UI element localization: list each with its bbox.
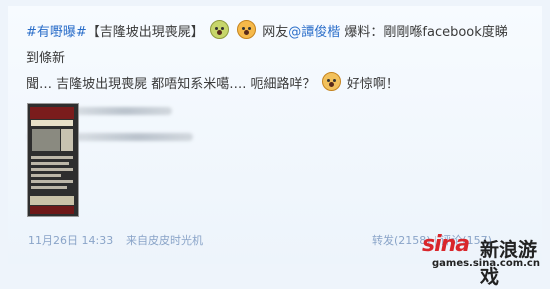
post-source-link[interactable]: 来自皮皮时光机: [126, 232, 203, 248]
sick-face-icon: [209, 20, 229, 39]
logo-url: games.sina.com.cn: [432, 258, 540, 269]
post-image-thumbnail[interactable]: [27, 103, 79, 217]
post-headline: 【吉隆坡出現喪屍】: [86, 25, 204, 40]
shocked-face-icon: [237, 20, 257, 39]
logo-brand: sina: [422, 232, 470, 257]
post-text: #有嘢曝#【吉隆坡出現喪屍】 网友@譚俊楷 爆料：剛剛喺facebook度睇到條…: [26, 20, 516, 150]
post-timestamp-link[interactable]: 11月26日 14:33: [28, 232, 113, 248]
topic-tag-link[interactable]: #有嘢曝#: [26, 25, 87, 40]
shocked-face-icon: [321, 72, 341, 91]
sina-games-logo: sina 新浪游戏 games.sina.com.cn: [422, 232, 548, 288]
post-body-end: 好惊啊！: [346, 77, 399, 92]
user-mention-link[interactable]: @譚俊楷: [288, 25, 340, 40]
user-prefix: 网友: [262, 25, 289, 40]
post-body-line2: 聞… 吉隆坡出現喪屍 都唔知系米噶…. 呃細路咩？: [26, 77, 316, 92]
